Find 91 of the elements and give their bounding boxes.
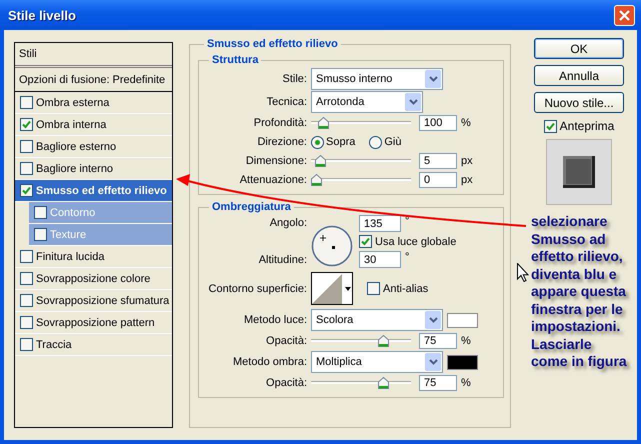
chevron-icon: [428, 76, 438, 82]
chevron-icon: [428, 359, 438, 365]
field-label: Opacità:: [265, 335, 308, 347]
checkbox[interactable]: [20, 316, 33, 329]
unit-label: px: [461, 174, 473, 186]
checkbox[interactable]: [20, 250, 33, 263]
slider-thumb[interactable]: [311, 174, 322, 186]
contour-curve-icon: [312, 274, 342, 304]
checkbox[interactable]: [544, 120, 557, 132]
unit-label: °: [405, 215, 410, 227]
slider-thumb[interactable]: [378, 377, 389, 389]
checkbox[interactable]: [34, 206, 47, 219]
style-item[interactable]: Traccia: [15, 334, 172, 356]
checkbox[interactable]: [20, 162, 33, 175]
checkbox[interactable]: [20, 338, 33, 351]
unit-label: °: [405, 251, 410, 263]
caret-icon: [345, 286, 351, 290]
field-label: Direzione:: [256, 136, 308, 148]
annotation-text: selezionare Smusso ad effetto rilievo, diventa blu e appare questa finestra per le impostazioni. Lasciarle come in figura: [531, 213, 627, 370]
cursor-icon: [517, 263, 529, 282]
dropdown[interactable]: Arrotonda: [311, 91, 423, 113]
style-item[interactable]: Sovrapposizione sfumatura: [15, 290, 172, 312]
list-header: Stili: [15, 43, 172, 68]
style-item[interactable]: Ombra interna: [15, 114, 172, 136]
checkbox[interactable]: [20, 272, 33, 285]
style-item[interactable]: Sovrapposizione colore: [15, 268, 172, 290]
field-label: Attenuazione:: [238, 174, 308, 186]
window-title: Stile livello: [7, 8, 76, 22]
group-title: Struttura: [211, 54, 260, 66]
checkbox[interactable]: [20, 294, 33, 307]
checkbox[interactable]: [20, 184, 33, 197]
number-field[interactable]: 135: [359, 215, 401, 232]
style-item[interactable]: Bagliore esterno: [15, 136, 172, 158]
group-title: Ombreggiatura: [211, 201, 292, 213]
style-item[interactable]: Sovrapposizione pattern: [15, 312, 172, 334]
checkbox[interactable]: [20, 140, 33, 153]
checkbox-option[interactable]: Usa luce globale: [359, 235, 456, 248]
beveled-square-icon: [563, 156, 595, 188]
number-field[interactable]: 75: [419, 333, 457, 349]
checkbox[interactable]: [20, 96, 33, 109]
checkbox[interactable]: [367, 282, 380, 295]
dialog-button[interactable]: Annulla: [534, 65, 624, 86]
checkbox-option[interactable]: Anti-alias: [367, 282, 428, 295]
dropdown[interactable]: Moltiplica: [311, 351, 443, 373]
close-icon: [619, 10, 630, 20]
field-label: Metodo luce:: [243, 314, 308, 326]
field-label: Angolo:: [268, 217, 308, 229]
color-swatch[interactable]: [447, 354, 478, 370]
angle-dial[interactable]: [311, 225, 353, 267]
color-swatch[interactable]: [447, 312, 478, 328]
field-label: Profondità:: [252, 117, 308, 129]
style-item[interactable]: Smusso ed effetto rilievo: [15, 180, 172, 202]
field-label: Stile:: [282, 73, 308, 85]
field-label: Metodo ombra:: [232, 356, 308, 368]
radio-option[interactable]: Giù: [369, 136, 402, 148]
number-field[interactable]: 75: [419, 375, 457, 391]
dialog-button[interactable]: OK: [534, 38, 624, 59]
number-field[interactable]: 30: [359, 251, 401, 268]
slider-thumb[interactable]: [314, 155, 326, 167]
radio-option[interactable]: Sopra: [311, 136, 356, 148]
slider-thumb[interactable]: [378, 335, 389, 347]
list-item[interactable]: Opzioni di fusione: Predefinite: [15, 68, 172, 92]
contour-picker[interactable]: [311, 272, 353, 305]
unit-label: %: [461, 117, 471, 129]
field-label: Opacità:: [265, 377, 308, 389]
style-item[interactable]: Ombra esterna: [15, 92, 172, 114]
dialog-button[interactable]: Nuovo stile...: [534, 92, 624, 113]
number-field[interactable]: 0: [419, 172, 457, 188]
chevron-icon: [428, 317, 438, 323]
number-field[interactable]: 5: [419, 153, 457, 169]
field-label: Altitudine:: [258, 254, 308, 266]
checkbox-option[interactable]: Anteprima: [544, 119, 614, 133]
unit-label: %: [461, 377, 471, 389]
checkbox[interactable]: [20, 118, 33, 131]
dropdown[interactable]: Scolora: [311, 309, 443, 331]
radio-button[interactable]: [311, 136, 324, 148]
style-item[interactable]: Finitura lucida: [15, 246, 172, 268]
slider-thumb[interactable]: [318, 117, 330, 129]
field-label: Tecnica:: [266, 96, 308, 108]
unit-label: %: [461, 335, 471, 347]
checkbox[interactable]: [359, 235, 372, 248]
dropdown[interactable]: Smusso interno: [311, 68, 443, 90]
field-label: Contorno superficie:: [208, 282, 308, 294]
close-button[interactable]: [614, 4, 635, 26]
unit-label: px: [461, 155, 473, 167]
group-title: Smusso ed effetto rilievo: [206, 38, 339, 50]
chevron-icon: [408, 99, 418, 105]
field-label: Dimensione:: [244, 155, 308, 167]
radio-button[interactable]: [369, 136, 382, 148]
checkbox[interactable]: [34, 228, 47, 241]
number-field[interactable]: 100: [419, 115, 457, 131]
